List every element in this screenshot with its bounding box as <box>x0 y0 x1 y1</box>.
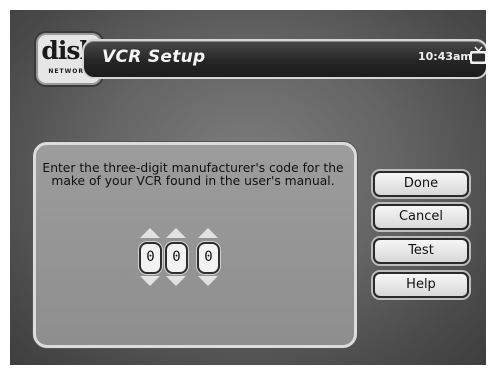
cancel-button[interactable]: Cancel <box>373 204 469 230</box>
tv-icon <box>470 46 486 64</box>
done-button[interactable]: Done <box>373 171 469 197</box>
arrow-up-icon[interactable] <box>198 228 218 238</box>
arrow-down-icon[interactable] <box>140 276 160 286</box>
digit-1-field[interactable]: 0 <box>139 242 162 274</box>
instruction-text: Enter the three-digit manufacturer's cod… <box>42 161 344 188</box>
digit-3-spinner: 0 <box>195 228 221 288</box>
clock-time: 10:43am <box>418 50 472 63</box>
test-button[interactable]: Test <box>373 238 469 264</box>
arrow-down-icon[interactable] <box>166 276 186 286</box>
arrow-up-icon[interactable] <box>140 228 160 238</box>
page-title: VCR Setup <box>102 47 206 67</box>
tv-screen: dish NETWORK VCR Setup 10:43am Enter the… <box>10 10 486 365</box>
digit-1-spinner: 0 <box>137 228 163 288</box>
arrow-down-icon[interactable] <box>198 276 218 286</box>
arrow-up-icon[interactable] <box>166 228 186 238</box>
digit-2-field[interactable]: 0 <box>165 242 188 274</box>
digit-2-spinner: 0 <box>163 228 189 288</box>
digit-3-field[interactable]: 0 <box>197 242 220 274</box>
help-button[interactable]: Help <box>373 272 469 298</box>
